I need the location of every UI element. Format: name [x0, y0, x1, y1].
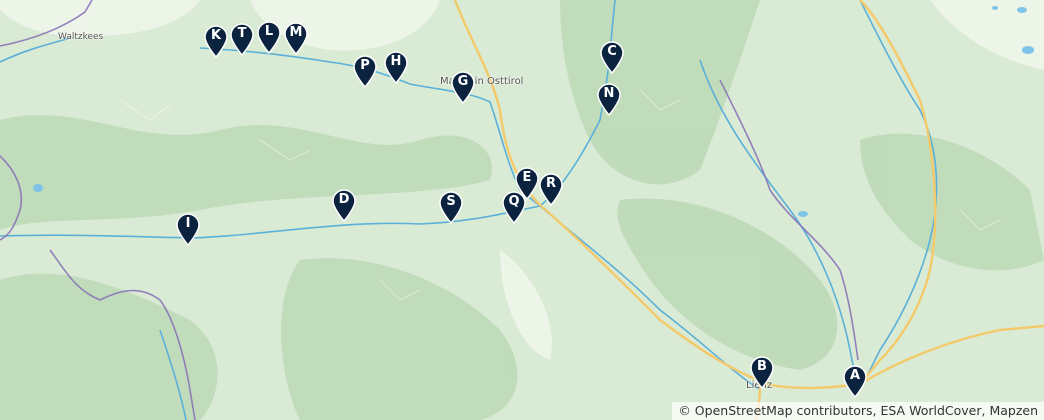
map-marker-q[interactable]: Q [501, 190, 527, 224]
map-marker-l[interactable]: L [256, 20, 282, 54]
map-canvas[interactable]: Waltzkees Matrei in Osttirol Lienz KTLMP… [0, 0, 1044, 420]
marker-label: P [360, 58, 370, 73]
map-marker-s[interactable]: S [438, 190, 464, 224]
marker-label: G [457, 74, 469, 89]
marker-label: C [607, 44, 617, 59]
marker-label: N [603, 86, 615, 101]
marker-label: K [210, 28, 222, 43]
marker-label: T [237, 26, 247, 41]
map-marker-a[interactable]: A [842, 364, 868, 398]
place-label-waltzkees: Waltzkees [58, 32, 104, 42]
marker-label: B [757, 359, 767, 374]
map-marker-h[interactable]: H [383, 50, 409, 84]
map-marker-g[interactable]: G [450, 70, 476, 104]
map-marker-i[interactable]: I [175, 212, 201, 246]
marker-label: H [390, 54, 402, 69]
marker-label: A [849, 368, 861, 383]
marker-label: M [289, 25, 303, 40]
marker-label: D [338, 192, 350, 207]
marker-label: R [545, 176, 556, 191]
map-marker-p[interactable]: P [352, 54, 378, 88]
map-marker-c[interactable]: C [599, 40, 625, 74]
marker-label: S [446, 194, 456, 209]
marker-label: E [522, 170, 532, 185]
marker-label: L [264, 24, 274, 39]
map-marker-m[interactable]: M [283, 21, 309, 55]
map-marker-n[interactable]: N [596, 82, 622, 116]
map-marker-t[interactable]: T [229, 22, 255, 56]
marker-label: Q [508, 194, 520, 209]
map-marker-b[interactable]: B [749, 355, 775, 389]
map-marker-k[interactable]: K [203, 24, 229, 58]
map-marker-d[interactable]: D [331, 188, 357, 222]
map-marker-r[interactable]: R [538, 172, 564, 206]
marker-label: I [185, 216, 191, 231]
map-attribution: © OpenStreetMap contributors, ESA WorldC… [672, 402, 1044, 420]
